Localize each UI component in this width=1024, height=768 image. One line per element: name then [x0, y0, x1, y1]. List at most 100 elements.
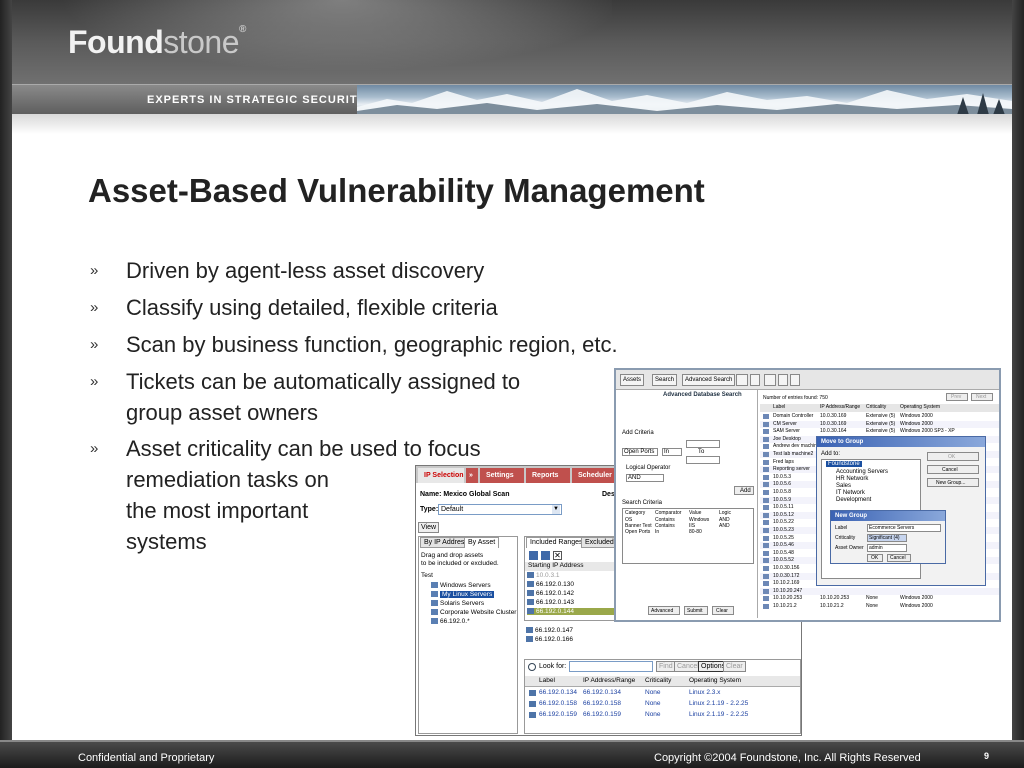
refresh-icon[interactable] [778, 374, 788, 386]
tree-item[interactable]: IT Network [836, 490, 865, 496]
server-icon [763, 436, 769, 442]
tree-item[interactable]: 66.192.0.* [431, 618, 470, 625]
grid-icon[interactable] [736, 374, 748, 386]
logic-select[interactable]: AND [626, 474, 664, 482]
submit-button[interactable]: Submit [684, 606, 708, 615]
tree-item[interactable]: Accounting Servers [836, 469, 888, 475]
server-icon [763, 429, 769, 435]
category-select[interactable]: Open Ports [622, 448, 658, 456]
header: Foundstone® [12, 0, 1012, 84]
table-cell: Reporting server [773, 466, 810, 473]
table-cell: 10.0.30.169 [820, 413, 847, 419]
next-button[interactable]: Next [971, 393, 993, 401]
search-button[interactable]: Search [652, 374, 678, 386]
list-item[interactable]: 66.192.0.143 [527, 599, 574, 606]
server-group-icon [431, 618, 438, 625]
tree-item[interactable]: Corporate Website Cluster [431, 609, 516, 616]
tab-reports[interactable]: Reports [526, 468, 570, 483]
tab-settings[interactable]: Settings [480, 468, 524, 483]
look-for-input[interactable] [569, 661, 653, 672]
criticality-select[interactable]: Significant (4) [867, 534, 907, 542]
tree-item[interactable]: Windows Servers [431, 582, 491, 589]
table-row[interactable]: 10.10.20.253 10.10.20.253 None Windows 2000 [760, 595, 999, 602]
server-icon [763, 604, 769, 609]
tree-item[interactable]: Development [836, 497, 871, 503]
comparator-select[interactable]: In [662, 448, 682, 456]
owner-select[interactable]: admin [867, 544, 907, 552]
tree-item[interactable]: Solaris Servers [431, 600, 484, 607]
tab-ip-selection[interactable]: IP Selection [418, 468, 464, 483]
column-header: Logic [719, 510, 731, 516]
new-group-dialog: New Group Label Ecommerce Servers Critic… [830, 510, 946, 564]
tree-item[interactable]: HR Network [836, 476, 868, 482]
find-button[interactable]: Find [656, 661, 676, 672]
tagline: EXPERTS IN STRATEGIC SECURITY [147, 94, 366, 106]
table-row[interactable]: 10.10.21.2 10.10.21.2 None Windows 2000 [760, 603, 999, 610]
list-item[interactable]: 66.192.0.147 [526, 627, 573, 634]
table-row[interactable]: Domain Controller 10.0.30.169 Extensive (5… [760, 413, 999, 420]
tree-item[interactable]: My Linux Servers [431, 591, 495, 598]
table-cell: Windows 2000 [900, 420, 933, 427]
list-item[interactable]: 66.192.0.130 [527, 581, 574, 588]
advanced-search-button[interactable]: Advanced Search [682, 374, 736, 386]
scan-name: Name: Mexico Global Scan [420, 491, 510, 498]
column-header: Operating System [689, 677, 742, 684]
clear-button[interactable]: Clear [723, 661, 746, 672]
new-group-button[interactable]: New Group... [927, 478, 979, 487]
tab-more[interactable]: » [466, 468, 478, 483]
tree-item[interactable]: Foundstone [826, 461, 862, 467]
type-label: Type: [420, 506, 439, 513]
port-from-input[interactable] [686, 440, 720, 448]
add-icon[interactable] [529, 551, 538, 560]
tree-root[interactable]: Test [421, 572, 433, 579]
cancel-button[interactable]: Cancel [887, 554, 911, 562]
table-cell: 10.0.5.6 [773, 481, 792, 488]
tab-included-ranges[interactable]: Included Ranges [526, 537, 587, 548]
assets-button[interactable]: Assets [620, 374, 645, 386]
edit-icon[interactable] [541, 551, 550, 560]
group-label-input[interactable]: Ecommerce Servers [867, 524, 941, 532]
server-icon [527, 608, 534, 615]
entries-count: Number of entries found: 750 [763, 395, 828, 401]
help-icon[interactable] [790, 374, 800, 386]
cancel-button[interactable]: Cancel [927, 465, 979, 474]
table-cell: 10.0.30.164 [820, 428, 847, 435]
tree-item[interactable]: Sales [836, 483, 851, 489]
table-row[interactable]: CM Server 10.0.30.169 Extensive (5) Windows… [760, 420, 999, 428]
server-icon [763, 528, 769, 533]
list-item[interactable]: 66.192.0.142 [527, 590, 574, 597]
table-cell: Extensive (5) [866, 428, 896, 435]
column-header: Criticality [866, 404, 887, 410]
footer-copyright: Copyright ©2004 Foundstone, Inc. All Rig… [654, 752, 921, 764]
list-icon[interactable] [764, 374, 776, 386]
mountain-banner [357, 85, 1012, 115]
clear-button[interactable]: Clear [712, 606, 734, 615]
advanced-button[interactable]: Advanced [648, 606, 680, 615]
ok-button[interactable]: OK [867, 554, 883, 562]
port-to-input[interactable] [686, 456, 720, 464]
chevron-down-icon[interactable] [750, 374, 760, 386]
column-header: Criticality [645, 677, 672, 684]
search-criteria-label: Search Criteria [622, 500, 663, 506]
server-group-icon [431, 600, 438, 607]
server-icon [529, 701, 536, 707]
tab-by-asset[interactable]: By Asset [464, 537, 500, 548]
table-cell: 10.10.21.2 [773, 603, 797, 609]
view-button[interactable]: View [418, 522, 440, 533]
ok-button[interactable]: OK [927, 452, 979, 461]
list-item[interactable]: 66.192.0.166 [526, 636, 573, 643]
table-row[interactable]: SAM Server 10.0.30.164 Extensive (5) Window… [760, 428, 999, 436]
table-cell: 10.0.5.23 [773, 527, 794, 533]
type-select[interactable]: Default ▼ [438, 504, 562, 515]
server-icon [763, 596, 769, 602]
prev-button[interactable]: Prev [946, 393, 968, 401]
server-icon [763, 482, 769, 488]
add-button[interactable]: Add [734, 486, 754, 495]
table-row[interactable]: 10.10.20.247 [760, 587, 999, 595]
tab-scheduler[interactable]: Scheduler [572, 468, 616, 483]
list-item[interactable]: 10.0.3.1 [527, 572, 560, 579]
delete-icon[interactable]: ✕ [553, 551, 562, 560]
table-cell: Windows 2000 [900, 603, 933, 609]
server-icon [529, 712, 536, 718]
server-icon [763, 543, 769, 549]
